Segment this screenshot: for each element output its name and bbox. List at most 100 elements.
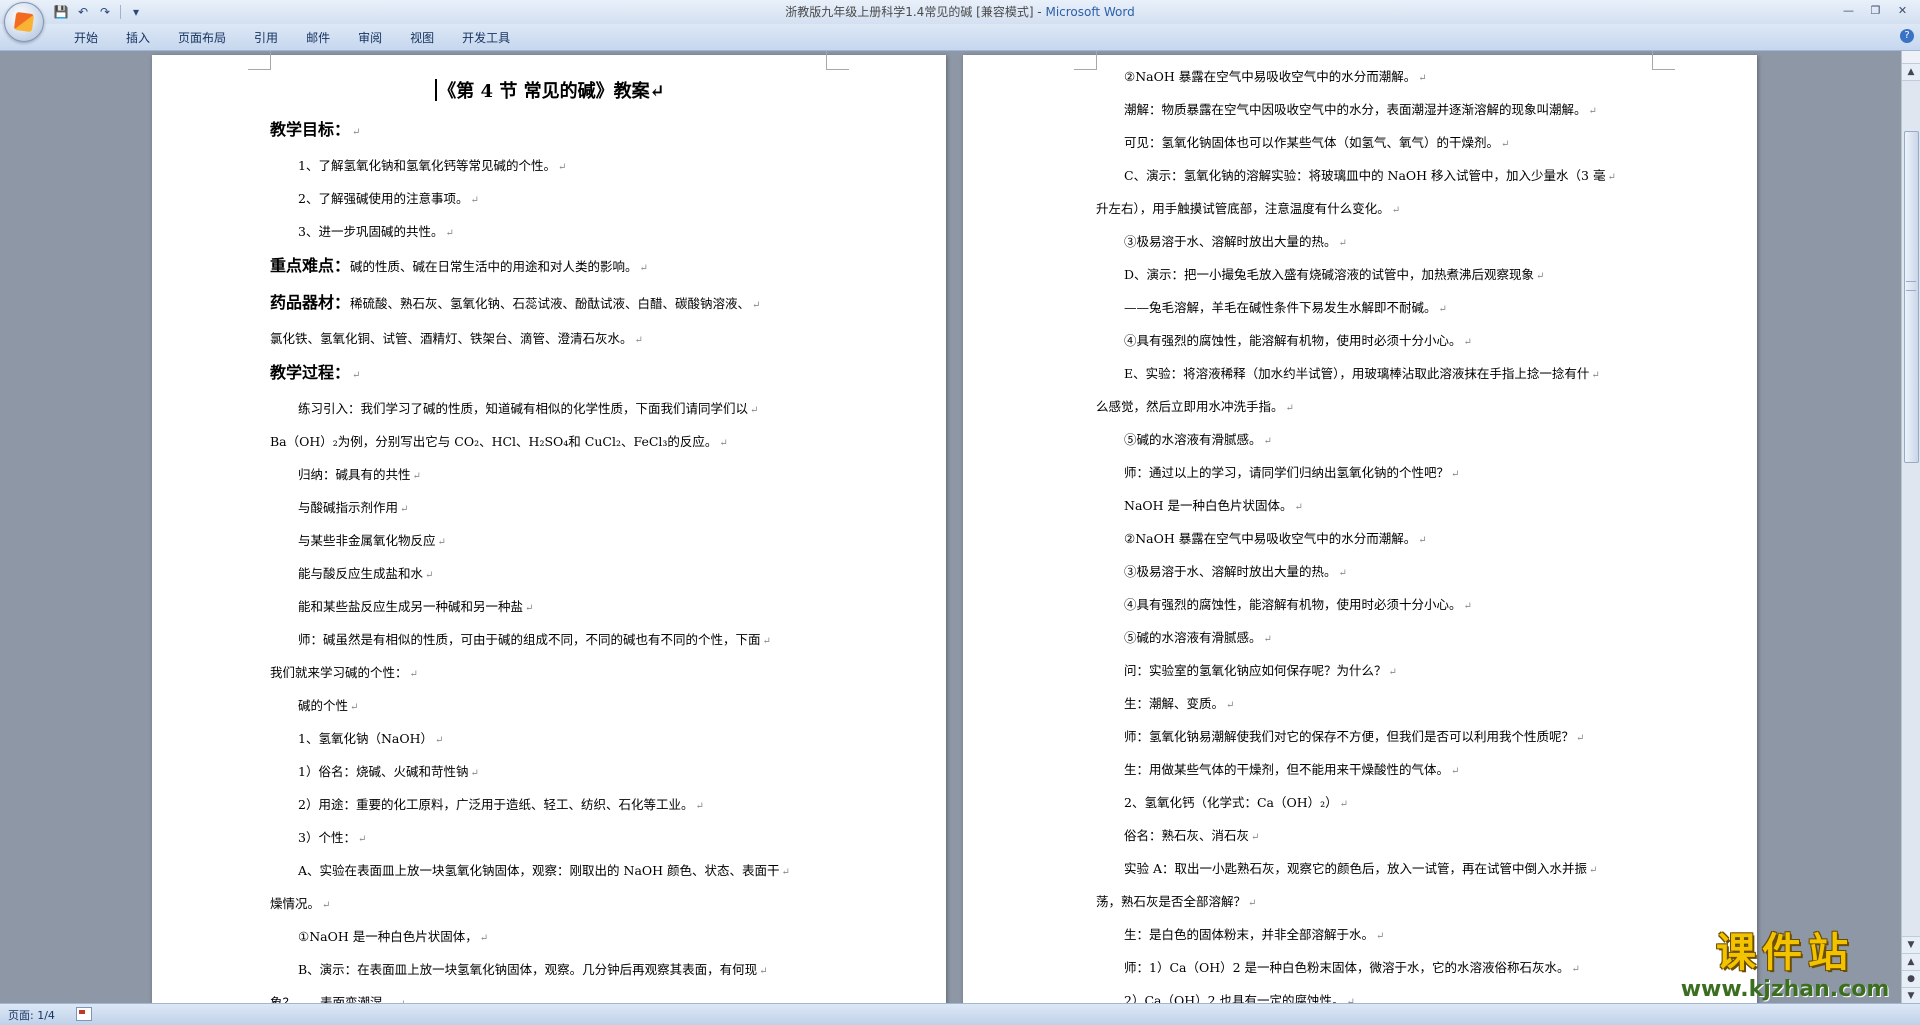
- paragraph-mark-icon: ↵: [470, 768, 479, 779]
- paragraph-line: 师：氢氧化钠易潮解使我们对它的保存不方便，但我们是否可以利用我个性质呢？ ↵: [1096, 721, 1661, 754]
- paragraph-mark-icon: ↵: [425, 570, 434, 581]
- select-browse-object-icon[interactable]: ●: [1902, 970, 1920, 987]
- paragraph-mark-icon: ↵: [400, 504, 409, 515]
- page-2[interactable]: ②NaOH 暴露在空气中易吸收空气中的水分而潮解。 ↵ 潮解：物质暴露在空气中因吸收…: [963, 51, 1757, 1004]
- paragraph-line: 与某些非金属氧化物反应 ↵: [270, 525, 830, 558]
- text-cursor: [435, 79, 438, 101]
- paragraph-mark-icon: ↵: [1391, 205, 1401, 216]
- paragraph-line: 3）个性： ↵: [270, 822, 830, 855]
- section-heading: 教学过程：: [270, 363, 351, 382]
- paragraph-line: ①NaOH 是一种白色片状固体， ↵: [270, 921, 830, 954]
- paragraph-mark-icon: ↵: [762, 636, 771, 647]
- paragraph-mark-icon: ↵: [322, 900, 331, 911]
- paragraph-line: ③极易溶于水、溶解时放出大量的热。 ↵: [1096, 226, 1661, 259]
- paragraph-line: ②NaOH 暴露在空气中易吸收空气中的水分而潮解。 ↵: [1096, 61, 1661, 94]
- paragraph-line: 归纳：碱具有的共性 ↵: [270, 459, 830, 492]
- paragraph-line: 师：1）Ca（OH）2 是一种白色粉末固体，微溶于水，它的水溶液俗称石灰水。 ↵: [1096, 952, 1661, 985]
- line-text: 问：实验室的氢氧化钠应如何保存呢？为什么？: [1124, 663, 1387, 678]
- app-name: Microsoft Word: [1045, 5, 1135, 19]
- paragraph-line: NaOH 是一种白色片状固体。 ↵: [1096, 490, 1661, 523]
- line-text: 归纳：碱具有的共性: [298, 467, 411, 482]
- paragraph-mark-icon: ↵: [1576, 733, 1585, 744]
- paragraph-line: A、实验在表面皿上放一块氢氧化钠固体，观察：刚取出的 NaOH 颜色、状态、表面…: [270, 855, 830, 888]
- paragraph-line: ——兔毛溶解，羊毛在碱性条件下易发生水解即不耐碱。 ↵: [1096, 292, 1661, 325]
- tab-1[interactable]: 插入: [112, 28, 164, 48]
- tab-4[interactable]: 邮件: [292, 28, 344, 48]
- ribbon-tabs: 开始 插入 页面布局 引用 邮件 审阅 视图 开发工具: [60, 28, 524, 48]
- document-area[interactable]: 《第 4 节 常见的碱》教案↵ 教学目标： ↵ 1、了解氢氧化钠和氢氧化钙等常见碱的…: [0, 51, 1902, 1004]
- ruler-toggle-button[interactable]: [1902, 51, 1920, 64]
- paragraph-line: 可见：氢氧化钠固体也可以作某些气体（如氢气、氧气）的干燥剂。 ↵: [1096, 127, 1661, 160]
- section-heading: 重点难点：: [270, 256, 351, 275]
- minimize-button[interactable]: —: [1835, 2, 1862, 20]
- tab-5[interactable]: 审阅: [344, 28, 396, 48]
- paragraph-line: E、实验：将溶液稀释（加水约半试管），用玻璃棒沾取此溶液抹在手指上捻一捻有什 ↵: [1096, 358, 1661, 391]
- paragraph-line: ⑤碱的水溶液有滑腻感。 ↵: [1096, 622, 1661, 655]
- line-text: C、演示：氢氧化钠的溶解实验：将玻璃皿中的 NaOH 移入试管中，加入少量水（3…: [1124, 168, 1606, 183]
- paragraph-mark-icon: ↵: [1338, 238, 1347, 249]
- line-text: 生：是白色的固体粉末，并非全部溶解于水。: [1124, 927, 1375, 942]
- paragraph-line: 实验 A：取出一小匙熟石灰，观察它的颜色后，放入一试管，再在试管中倒入水并振 ↵: [1096, 853, 1661, 886]
- paragraph-mark-icon: ↵: [1418, 535, 1427, 546]
- line-text: ③极易溶于水、溶解时放出大量的热。: [1124, 564, 1337, 579]
- scroll-up-icon[interactable]: ▲: [1902, 64, 1920, 81]
- office-logo-icon: [13, 11, 35, 33]
- status-bar: 页面: 1/4: [0, 1003, 1920, 1025]
- tab-6[interactable]: 视图: [396, 28, 448, 48]
- paragraph-mark-icon: ↵: [1376, 931, 1385, 942]
- line-text: 碱的性质、碱在日常生活中的用途和对人类的影响。: [350, 259, 638, 274]
- paragraph-mark-icon: ↵: [352, 370, 361, 381]
- page-1[interactable]: 《第 4 节 常见的碱》教案↵ 教学目标： ↵ 1、了解氢氧化钠和氢氧化钙等常见碱的…: [152, 51, 946, 1004]
- line-text: ④具有强烈的腐蚀性，能溶解有机物，使用时必须十分小心。: [1124, 597, 1462, 612]
- office-button[interactable]: [4, 2, 44, 42]
- tab-7[interactable]: 开发工具: [448, 28, 524, 48]
- line-text: 2、了解强碱使用的注意事项。: [298, 191, 469, 206]
- previous-page-icon[interactable]: ▲: [1902, 953, 1920, 970]
- paragraph-mark-icon: ↵: [479, 933, 489, 944]
- paragraph-line: 与酸碱指示剂作用 ↵: [270, 492, 830, 525]
- page-count[interactable]: 页面: 1/4: [8, 1007, 55, 1023]
- paragraph-mark-icon: ↵: [759, 966, 768, 977]
- paragraph-line: 我们就来学习碱的个性： ↵: [270, 657, 830, 690]
- paragraph-line: 生：潮解、变质。 ↵: [1096, 688, 1661, 721]
- paragraph-line: C、演示：氢氧化钠的溶解实验：将玻璃皿中的 NaOH 移入试管中，加入少量水（3…: [1096, 160, 1661, 193]
- line-text: NaOH 是一种白色片状固体。: [1124, 498, 1293, 513]
- line-text: 么感觉，然后立即用水冲洗手指。: [1096, 399, 1284, 414]
- paragraph-mark-icon: ↵: [409, 669, 418, 680]
- line-text: 2）用途：重要的化工原料，广泛用于造纸、轻工、纺织、石化等工业。: [298, 797, 694, 812]
- paragraph-line: 潮解：物质暴露在空气中因吸收空气中的水分，表面潮湿并逐渐溶解的现象叫潮解。 ↵: [1096, 94, 1661, 127]
- line-text: 师：通过以上的学习，请同学们归纳出氢氧化钠的个性吧？: [1124, 465, 1450, 480]
- scroll-down-icon[interactable]: ▼: [1902, 936, 1920, 953]
- scroll-thumb[interactable]: [1904, 131, 1919, 463]
- next-page-icon[interactable]: ▼: [1902, 987, 1920, 1004]
- paragraph-line: 生：是白色的固体粉末，并非全部溶解于水。 ↵: [1096, 919, 1661, 952]
- line-text: 升左右），用手触摸试管底部，注意温度有什么变化。: [1096, 201, 1390, 216]
- line-text: A、实验在表面皿上放一块氢氧化钠固体，观察：刚取出的 NaOH 颜色、状态、表面…: [298, 863, 780, 878]
- restore-button[interactable]: ❐: [1862, 2, 1889, 20]
- paragraph-mark-icon: ↵: [525, 603, 534, 614]
- paragraph-line: 燥情况。 ↵: [270, 888, 830, 921]
- line-text: E、实验：将溶液稀释（加水约半试管），用玻璃棒沾取此溶液抹在手指上捻一捻有什: [1124, 366, 1590, 381]
- ribbon-tabs-bar: 开始 插入 页面布局 引用 邮件 审阅 视图 开发工具 ?: [0, 24, 1920, 51]
- close-button[interactable]: ✕: [1889, 2, 1916, 20]
- paragraph-line: ②NaOH 暴露在空气中易吸收空气中的水分而潮解。 ↵: [1096, 523, 1661, 556]
- line-text: B、演示：在表面皿上放一块氢氧化钠固体，观察。几分钟后再观察其表面，有何现: [298, 962, 758, 977]
- vertical-scrollbar[interactable]: ▲ ▼ ▲ ● ▼: [1901, 51, 1920, 1004]
- paragraph-mark-icon: ↵: [350, 702, 359, 713]
- proofing-icon[interactable]: [76, 1007, 92, 1021]
- tab-2[interactable]: 页面布局: [164, 28, 240, 48]
- page-1-paragraphs: 教学目标： ↵ 1、了解氢氧化钠和氢氧化钙等常见碱的个性。 ↵ 2、了解强碱使用的注意事…: [270, 113, 830, 1004]
- line-text: 师：1）Ca（OH）2 是一种白色粉末固体，微溶于水，它的水溶液俗称石灰水。: [1124, 960, 1570, 975]
- line-text: 3）个性：: [298, 830, 356, 845]
- page-1-content: 《第 4 节 常见的碱》教案↵ 教学目标： ↵ 1、了解氢氧化钠和氢氧化钙等常见碱的…: [270, 65, 830, 1004]
- paragraph-line: 2）用途：重要的化工原料，广泛用于造纸、轻工、纺织、石化等工业。 ↵: [270, 789, 830, 822]
- tab-3[interactable]: 引用: [240, 28, 292, 48]
- paragraph-line: 氯化铁、氢氧化铜、试管、酒精灯、铁架台、滴管、澄清石灰水。 ↵: [270, 323, 830, 356]
- paragraph-line: D、演示：把一小撮兔毛放入盛有烧碱溶液的试管中，加热煮沸后观察现象 ↵: [1096, 259, 1661, 292]
- line-text: 1、氢氧化钠（NaOH）: [298, 731, 433, 746]
- paragraph-line: Ba（OH）₂为例，分别写出它与 CO₂、HCl、H₂SO₄和 CuCl₂、Fe…: [270, 426, 830, 459]
- paragraph-line: 能和某些盐反应生成另一种碱和另一种盐 ↵: [270, 591, 830, 624]
- help-icon[interactable]: ?: [1900, 29, 1914, 43]
- line-text: 我们就来学习碱的个性：: [270, 665, 408, 680]
- tab-0[interactable]: 开始: [60, 28, 112, 48]
